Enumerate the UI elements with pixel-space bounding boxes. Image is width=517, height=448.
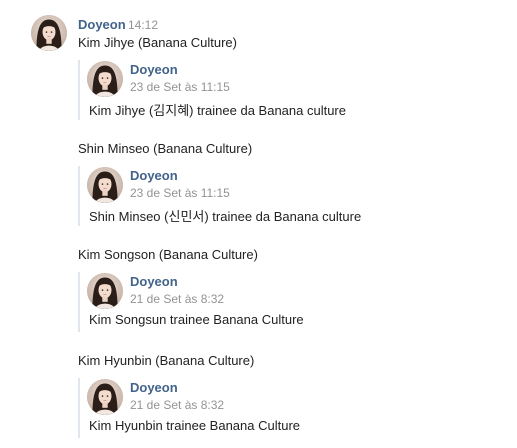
profile-photo-icon: [87, 167, 123, 203]
message-line: Kim Songson (Banana Culture): [78, 247, 258, 262]
forwarded-quote-bar: [78, 378, 80, 438]
profile-photo-icon: [87, 273, 123, 309]
forwarded-date[interactable]: 21 de Set às 8:32: [130, 398, 224, 412]
forwarded-date[interactable]: 23 de Set às 11:15: [130, 186, 230, 200]
forwarded-avatar[interactable]: [87, 61, 123, 97]
forwarded-quote-bar: [78, 166, 80, 226]
forwarded-quote-bar: [78, 272, 80, 332]
forwarded-avatar[interactable]: [87, 167, 123, 203]
forwarded-text: Kim Jihye (김지혜) trainee da Banana cultur…: [89, 103, 346, 118]
message-time[interactable]: 14:12: [128, 18, 158, 32]
message-line: Kim Jihye (Banana Culture): [78, 35, 237, 50]
profile-photo-icon: [87, 61, 123, 97]
message-line: Shin Minseo (Banana Culture): [78, 141, 253, 156]
message-line: Kim Hyunbin (Banana Culture): [78, 353, 255, 368]
forwarded-avatar[interactable]: [87, 273, 123, 309]
profile-photo-icon: [31, 15, 67, 51]
forwarded-text: Shin Minseo (신민서) trainee da Banana cult…: [89, 209, 362, 224]
forwarded-date[interactable]: 23 de Set às 11:15: [130, 80, 230, 94]
forwarded-avatar[interactable]: [87, 379, 123, 415]
forwarded-author[interactable]: Doyeon: [130, 168, 178, 183]
avatar[interactable]: [31, 15, 67, 51]
forwarded-author[interactable]: Doyeon: [130, 274, 178, 289]
message-author[interactable]: Doyeon: [78, 17, 126, 32]
forwarded-author[interactable]: Doyeon: [130, 62, 178, 77]
forwarded-text: Kim Songsun trainee Banana Culture: [89, 312, 304, 327]
forwarded-quote-bar: [78, 60, 80, 120]
forwarded-author[interactable]: Doyeon: [130, 380, 178, 395]
profile-photo-icon: [87, 379, 123, 415]
forwarded-date[interactable]: 21 de Set às 8:32: [130, 292, 224, 306]
forwarded-text: Kim Hyunbin trainee Banana Culture: [89, 418, 301, 433]
